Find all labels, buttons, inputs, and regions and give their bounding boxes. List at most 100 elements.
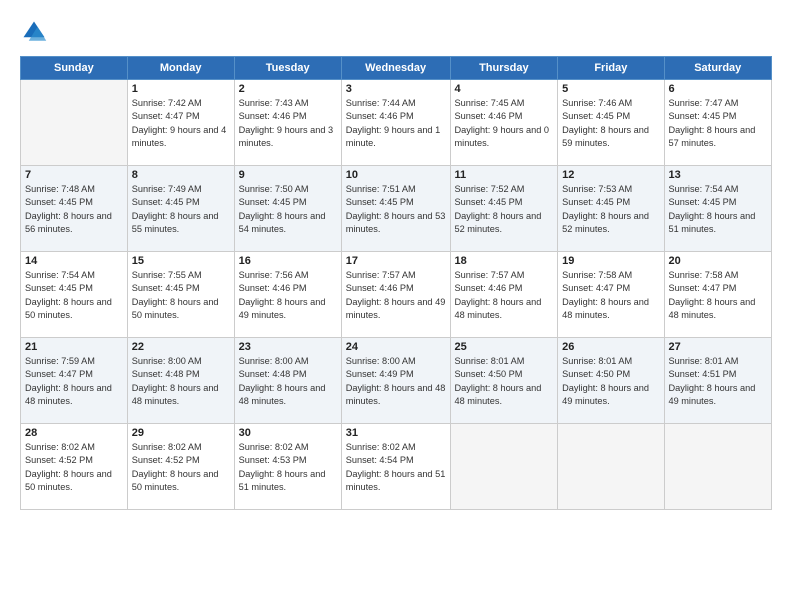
calendar-cell: 18Sunrise: 7:57 AMSunset: 4:46 PMDayligh…: [450, 252, 558, 338]
day-info: Sunrise: 7:55 AMSunset: 4:45 PMDaylight:…: [132, 269, 230, 322]
calendar-cell: [21, 80, 128, 166]
day-info: Sunrise: 7:46 AMSunset: 4:45 PMDaylight:…: [562, 97, 659, 150]
day-number: 1: [132, 83, 230, 95]
header: [20, 18, 772, 46]
week-row-5: 28Sunrise: 8:02 AMSunset: 4:52 PMDayligh…: [21, 424, 772, 510]
day-number: 10: [346, 169, 446, 181]
weekday-header-tuesday: Tuesday: [234, 57, 341, 80]
day-number: 2: [239, 83, 337, 95]
day-number: 27: [669, 341, 768, 353]
day-info: Sunrise: 8:02 AMSunset: 4:52 PMDaylight:…: [25, 441, 123, 494]
calendar-cell: 31 Sunrise: 8:02 AMSunset: 4:54 PMDayligh…: [341, 424, 450, 510]
day-info: Sunrise: 7:59 AMSunset: 4:47 PMDaylight:…: [25, 355, 123, 408]
calendar-cell: 28Sunrise: 8:02 AMSunset: 4:52 PMDayligh…: [21, 424, 128, 510]
calendar-cell: 11 Sunrise: 7:52 AMSunset: 4:45 PMDayligh…: [450, 166, 558, 252]
calendar-cell: 29 Sunrise: 8:02 AMSunset: 4:52 PMDayligh…: [127, 424, 234, 510]
calendar-cell: 24 Sunrise: 8:00 AMSunset: 4:49 PMDayligh…: [341, 338, 450, 424]
calendar-cell: 7Sunrise: 7:48 AMSunset: 4:45 PMDaylight…: [21, 166, 128, 252]
calendar-cell: 15Sunrise: 7:55 AMSunset: 4:45 PMDayligh…: [127, 252, 234, 338]
day-number: 20: [669, 255, 768, 267]
day-number: 11: [455, 169, 554, 181]
calendar-cell: [664, 424, 772, 510]
week-row-3: 14 Sunrise: 7:54 AMSunset: 4:45 PMDayligh…: [21, 252, 772, 338]
calendar-cell: 10 Sunrise: 7:51 AMSunset: 4:45 PMDayligh…: [341, 166, 450, 252]
weekday-row: SundayMondayTuesdayWednesdayThursdayFrid…: [21, 57, 772, 80]
day-number: 5: [562, 83, 659, 95]
day-number: 3: [346, 83, 446, 95]
week-row-4: 21Sunrise: 7:59 AMSunset: 4:47 PMDayligh…: [21, 338, 772, 424]
day-info: Sunrise: 7:56 AMSunset: 4:46 PMDaylight:…: [239, 269, 337, 322]
logo: [20, 18, 52, 46]
calendar-cell: 21Sunrise: 7:59 AMSunset: 4:47 PMDayligh…: [21, 338, 128, 424]
day-number: 22: [132, 341, 230, 353]
calendar-body: 1 Sunrise: 7:42 AMSunset: 4:47 PMDaylight…: [21, 80, 772, 510]
day-info: Sunrise: 8:00 AMSunset: 4:48 PMDaylight:…: [239, 355, 337, 408]
day-info: Sunrise: 7:53 AMSunset: 4:45 PMDaylight:…: [562, 183, 659, 236]
day-number: 17: [346, 255, 446, 267]
calendar-cell: 14 Sunrise: 7:54 AMSunset: 4:45 PMDayligh…: [21, 252, 128, 338]
day-number: 6: [669, 83, 768, 95]
day-info: Sunrise: 8:00 AMSunset: 4:48 PMDaylight:…: [132, 355, 230, 408]
weekday-header-friday: Friday: [558, 57, 664, 80]
day-info: Sunrise: 7:47 AMSunset: 4:45 PMDaylight:…: [669, 97, 768, 150]
day-info: Sunrise: 7:45 AMSunset: 4:46 PMDaylight:…: [455, 97, 554, 150]
calendar-header: SundayMondayTuesdayWednesdayThursdayFrid…: [21, 57, 772, 80]
calendar-cell: 9Sunrise: 7:50 AMSunset: 4:45 PMDaylight…: [234, 166, 341, 252]
calendar-cell: 27 Sunrise: 8:01 AMSunset: 4:51 PMDayligh…: [664, 338, 772, 424]
day-info: Sunrise: 8:02 AMSunset: 4:52 PMDaylight:…: [132, 441, 230, 494]
day-info: Sunrise: 7:54 AMSunset: 4:45 PMDaylight:…: [669, 183, 768, 236]
calendar-cell: 12 Sunrise: 7:53 AMSunset: 4:45 PMDayligh…: [558, 166, 664, 252]
calendar-cell: 26 Sunrise: 8:01 AMSunset: 4:50 PMDayligh…: [558, 338, 664, 424]
day-info: Sunrise: 7:42 AMSunset: 4:47 PMDaylight:…: [132, 97, 230, 150]
day-info: Sunrise: 7:57 AMSunset: 4:46 PMDaylight:…: [346, 269, 446, 322]
day-number: 26: [562, 341, 659, 353]
day-info: Sunrise: 8:02 AMSunset: 4:53 PMDaylight:…: [239, 441, 337, 494]
calendar-cell: [450, 424, 558, 510]
weekday-header-monday: Monday: [127, 57, 234, 80]
day-info: Sunrise: 7:54 AMSunset: 4:45 PMDaylight:…: [25, 269, 123, 322]
logo-icon: [20, 18, 48, 46]
day-number: 19: [562, 255, 659, 267]
calendar-cell: 3Sunrise: 7:44 AMSunset: 4:46 PMDaylight…: [341, 80, 450, 166]
calendar-cell: 19 Sunrise: 7:58 AMSunset: 4:47 PMDayligh…: [558, 252, 664, 338]
calendar-cell: 30Sunrise: 8:02 AMSunset: 4:53 PMDayligh…: [234, 424, 341, 510]
page: SundayMondayTuesdayWednesdayThursdayFrid…: [0, 0, 792, 612]
day-info: Sunrise: 8:02 AMSunset: 4:54 PMDaylight:…: [346, 441, 446, 494]
day-number: 4: [455, 83, 554, 95]
calendar-cell: 8Sunrise: 7:49 AMSunset: 4:45 PMDaylight…: [127, 166, 234, 252]
day-info: Sunrise: 7:58 AMSunset: 4:47 PMDaylight:…: [669, 269, 768, 322]
calendar-cell: 1 Sunrise: 7:42 AMSunset: 4:47 PMDaylight…: [127, 80, 234, 166]
day-info: Sunrise: 8:01 AMSunset: 4:51 PMDaylight:…: [669, 355, 768, 408]
weekday-header-saturday: Saturday: [664, 57, 772, 80]
day-number: 14: [25, 255, 123, 267]
calendar-cell: 20 Sunrise: 7:58 AMSunset: 4:47 PMDayligh…: [664, 252, 772, 338]
day-info: Sunrise: 7:57 AMSunset: 4:46 PMDaylight:…: [455, 269, 554, 322]
weekday-header-wednesday: Wednesday: [341, 57, 450, 80]
day-number: 24: [346, 341, 446, 353]
day-info: Sunrise: 7:50 AMSunset: 4:45 PMDaylight:…: [239, 183, 337, 236]
day-number: 31: [346, 427, 446, 439]
day-info: Sunrise: 7:52 AMSunset: 4:45 PMDaylight:…: [455, 183, 554, 236]
calendar-cell: 5 Sunrise: 7:46 AMSunset: 4:45 PMDaylight…: [558, 80, 664, 166]
weekday-header-sunday: Sunday: [21, 57, 128, 80]
day-info: Sunrise: 8:01 AMSunset: 4:50 PMDaylight:…: [562, 355, 659, 408]
day-number: 7: [25, 169, 123, 181]
calendar-cell: 25Sunrise: 8:01 AMSunset: 4:50 PMDayligh…: [450, 338, 558, 424]
day-info: Sunrise: 8:01 AMSunset: 4:50 PMDaylight:…: [455, 355, 554, 408]
day-number: 23: [239, 341, 337, 353]
weekday-header-thursday: Thursday: [450, 57, 558, 80]
week-row-2: 7Sunrise: 7:48 AMSunset: 4:45 PMDaylight…: [21, 166, 772, 252]
day-number: 29: [132, 427, 230, 439]
calendar-cell: [558, 424, 664, 510]
day-info: Sunrise: 7:58 AMSunset: 4:47 PMDaylight:…: [562, 269, 659, 322]
day-number: 13: [669, 169, 768, 181]
day-info: Sunrise: 7:43 AMSunset: 4:46 PMDaylight:…: [239, 97, 337, 150]
calendar: SundayMondayTuesdayWednesdayThursdayFrid…: [20, 56, 772, 510]
day-number: 12: [562, 169, 659, 181]
calendar-cell: 13 Sunrise: 7:54 AMSunset: 4:45 PMDayligh…: [664, 166, 772, 252]
day-number: 8: [132, 169, 230, 181]
day-info: Sunrise: 7:51 AMSunset: 4:45 PMDaylight:…: [346, 183, 446, 236]
day-info: Sunrise: 8:00 AMSunset: 4:49 PMDaylight:…: [346, 355, 446, 408]
calendar-cell: 16Sunrise: 7:56 AMSunset: 4:46 PMDayligh…: [234, 252, 341, 338]
calendar-cell: 23 Sunrise: 8:00 AMSunset: 4:48 PMDayligh…: [234, 338, 341, 424]
